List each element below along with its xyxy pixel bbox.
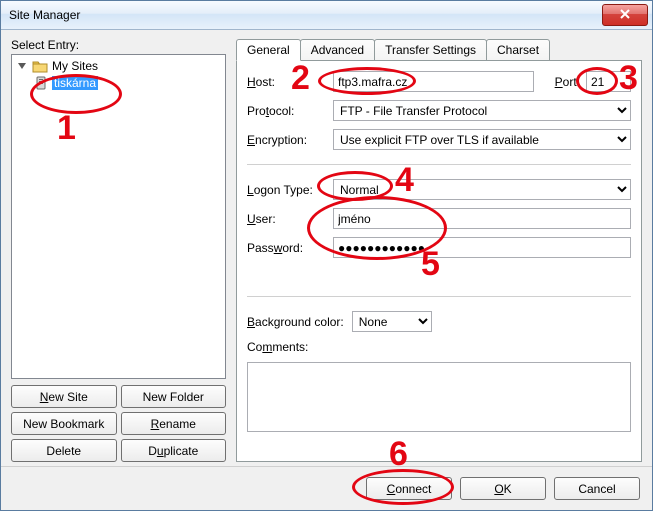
- bgcolor-row: Background color: None: [247, 311, 631, 332]
- tab-charset[interactable]: Charset: [486, 39, 550, 61]
- bgcolor-select[interactable]: None: [352, 311, 432, 332]
- site-manager-window: Site Manager Select Entry:: [0, 0, 653, 511]
- encryption-select[interactable]: Use explicit FTP over TLS if available: [333, 129, 631, 150]
- close-icon: [620, 8, 630, 22]
- comments-textarea[interactable]: [247, 362, 631, 432]
- port-label: Port:: [540, 75, 580, 89]
- password-input[interactable]: [333, 237, 631, 258]
- left-pane: Select Entry: My Sites: [11, 38, 226, 462]
- btn-text: plicate: [164, 444, 199, 458]
- tab-general-body: Host: Port: Protocol: FTP - File Transfe…: [236, 60, 642, 462]
- btn-text: onnect: [395, 482, 431, 496]
- port-input[interactable]: [586, 71, 631, 92]
- tree-expander-icon[interactable]: [16, 60, 28, 72]
- bottom-bar: Connect OK Cancel: [1, 466, 652, 510]
- duplicate-button[interactable]: Duplicate: [121, 439, 227, 462]
- host-input[interactable]: [333, 71, 534, 92]
- encryption-label: Encryption:: [247, 133, 327, 147]
- cancel-button[interactable]: Cancel: [554, 477, 640, 500]
- ok-button[interactable]: OK: [460, 477, 546, 500]
- user-label: User:: [247, 212, 327, 226]
- window-close-button[interactable]: [602, 4, 648, 26]
- separator-1: [247, 164, 631, 165]
- new-site-button[interactable]: New Site: [11, 385, 117, 408]
- tree-root-label: My Sites: [52, 59, 98, 73]
- tab-strip: General Advanced Transfer Settings Chars…: [236, 39, 642, 61]
- new-folder-button[interactable]: New Folder: [121, 385, 227, 408]
- separator-2: [247, 296, 631, 297]
- comments-label: Comments:: [247, 340, 631, 354]
- right-pane: General Advanced Transfer Settings Chars…: [236, 38, 642, 462]
- tree-root-my-sites[interactable]: My Sites: [14, 57, 223, 74]
- delete-button[interactable]: Delete: [11, 439, 117, 462]
- password-label: Password:: [247, 241, 327, 255]
- tree-item-tiskarna[interactable]: tiskárna: [14, 74, 223, 91]
- connect-button[interactable]: Connect: [366, 477, 452, 500]
- window-title: Site Manager: [9, 8, 602, 22]
- tab-transfer-settings[interactable]: Transfer Settings: [374, 39, 487, 61]
- window-body: Select Entry: My Sites: [1, 30, 652, 510]
- select-entry-label: Select Entry:: [11, 38, 226, 52]
- tab-general[interactable]: General: [236, 39, 301, 61]
- rename-button[interactable]: Rename: [121, 412, 227, 435]
- server-icon: [34, 76, 48, 90]
- new-bookmark-button[interactable]: New Bookmark: [11, 412, 117, 435]
- tree-item-label: tiskárna: [52, 76, 98, 90]
- logon-type-select[interactable]: Normal: [333, 179, 631, 200]
- btn-text: ew Site: [48, 390, 87, 404]
- bgcolor-label: Background color:: [247, 315, 344, 329]
- protocol-label: Protocol:: [247, 104, 327, 118]
- btn-text: K: [504, 482, 512, 496]
- host-label: Host:: [247, 75, 327, 89]
- tab-advanced[interactable]: Advanced: [300, 39, 375, 61]
- left-button-grid: New Site New Folder New Bookmark Rename …: [11, 385, 226, 462]
- protocol-select[interactable]: FTP - File Transfer Protocol: [333, 100, 631, 121]
- btn-text: ename: [159, 417, 196, 431]
- main-area: Select Entry: My Sites: [1, 30, 652, 466]
- titlebar: Site Manager: [1, 1, 652, 30]
- folder-icon: [32, 59, 48, 73]
- logon-type-label: Logon Type:: [247, 183, 327, 197]
- user-input[interactable]: [333, 208, 631, 229]
- entry-tree[interactable]: My Sites tiskárna: [11, 54, 226, 379]
